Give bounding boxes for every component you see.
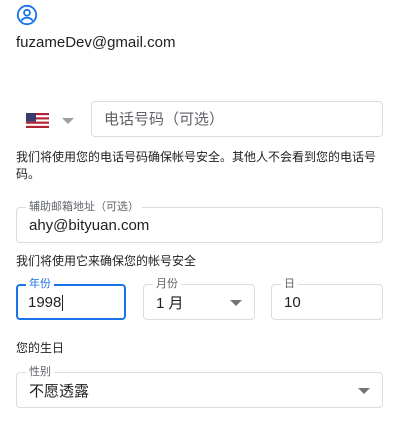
birthday-hint: 您的生日: [16, 341, 65, 355]
phone-number-field[interactable]: [91, 101, 383, 137]
recovery-email-field[interactable]: 辅助邮箱地址（可选）: [16, 201, 383, 243]
gender-select[interactable]: 性别 不愿透露: [16, 366, 383, 408]
gender-value: 不愿透露: [29, 382, 90, 400]
account-email: fuzameDev@gmail.com: [16, 34, 176, 51]
recovery-email-hint: 我们将使用它来确保您的帐号安全: [16, 254, 197, 268]
birth-day-input[interactable]: [272, 285, 382, 319]
country-code-select[interactable]: [16, 102, 84, 138]
birth-day-field[interactable]: 日: [271, 278, 383, 320]
chevron-down-icon: [358, 388, 370, 394]
birth-month-select[interactable]: 月份 1 月: [143, 278, 255, 320]
birth-year-field[interactable]: 年份: [16, 278, 126, 320]
us-flag-icon: [26, 113, 49, 128]
phone-number-input[interactable]: [92, 102, 382, 136]
account-circle-icon: [16, 4, 38, 26]
recovery-email-input[interactable]: [17, 208, 382, 242]
text-cursor: [62, 295, 63, 311]
chevron-down-icon: [62, 118, 74, 124]
chevron-down-icon: [230, 300, 242, 306]
birth-year-input[interactable]: [18, 286, 124, 318]
phone-hint: 我们将使用您的电话号码确保帐号安全。其他人不会看到您的电话号码。: [16, 150, 377, 181]
